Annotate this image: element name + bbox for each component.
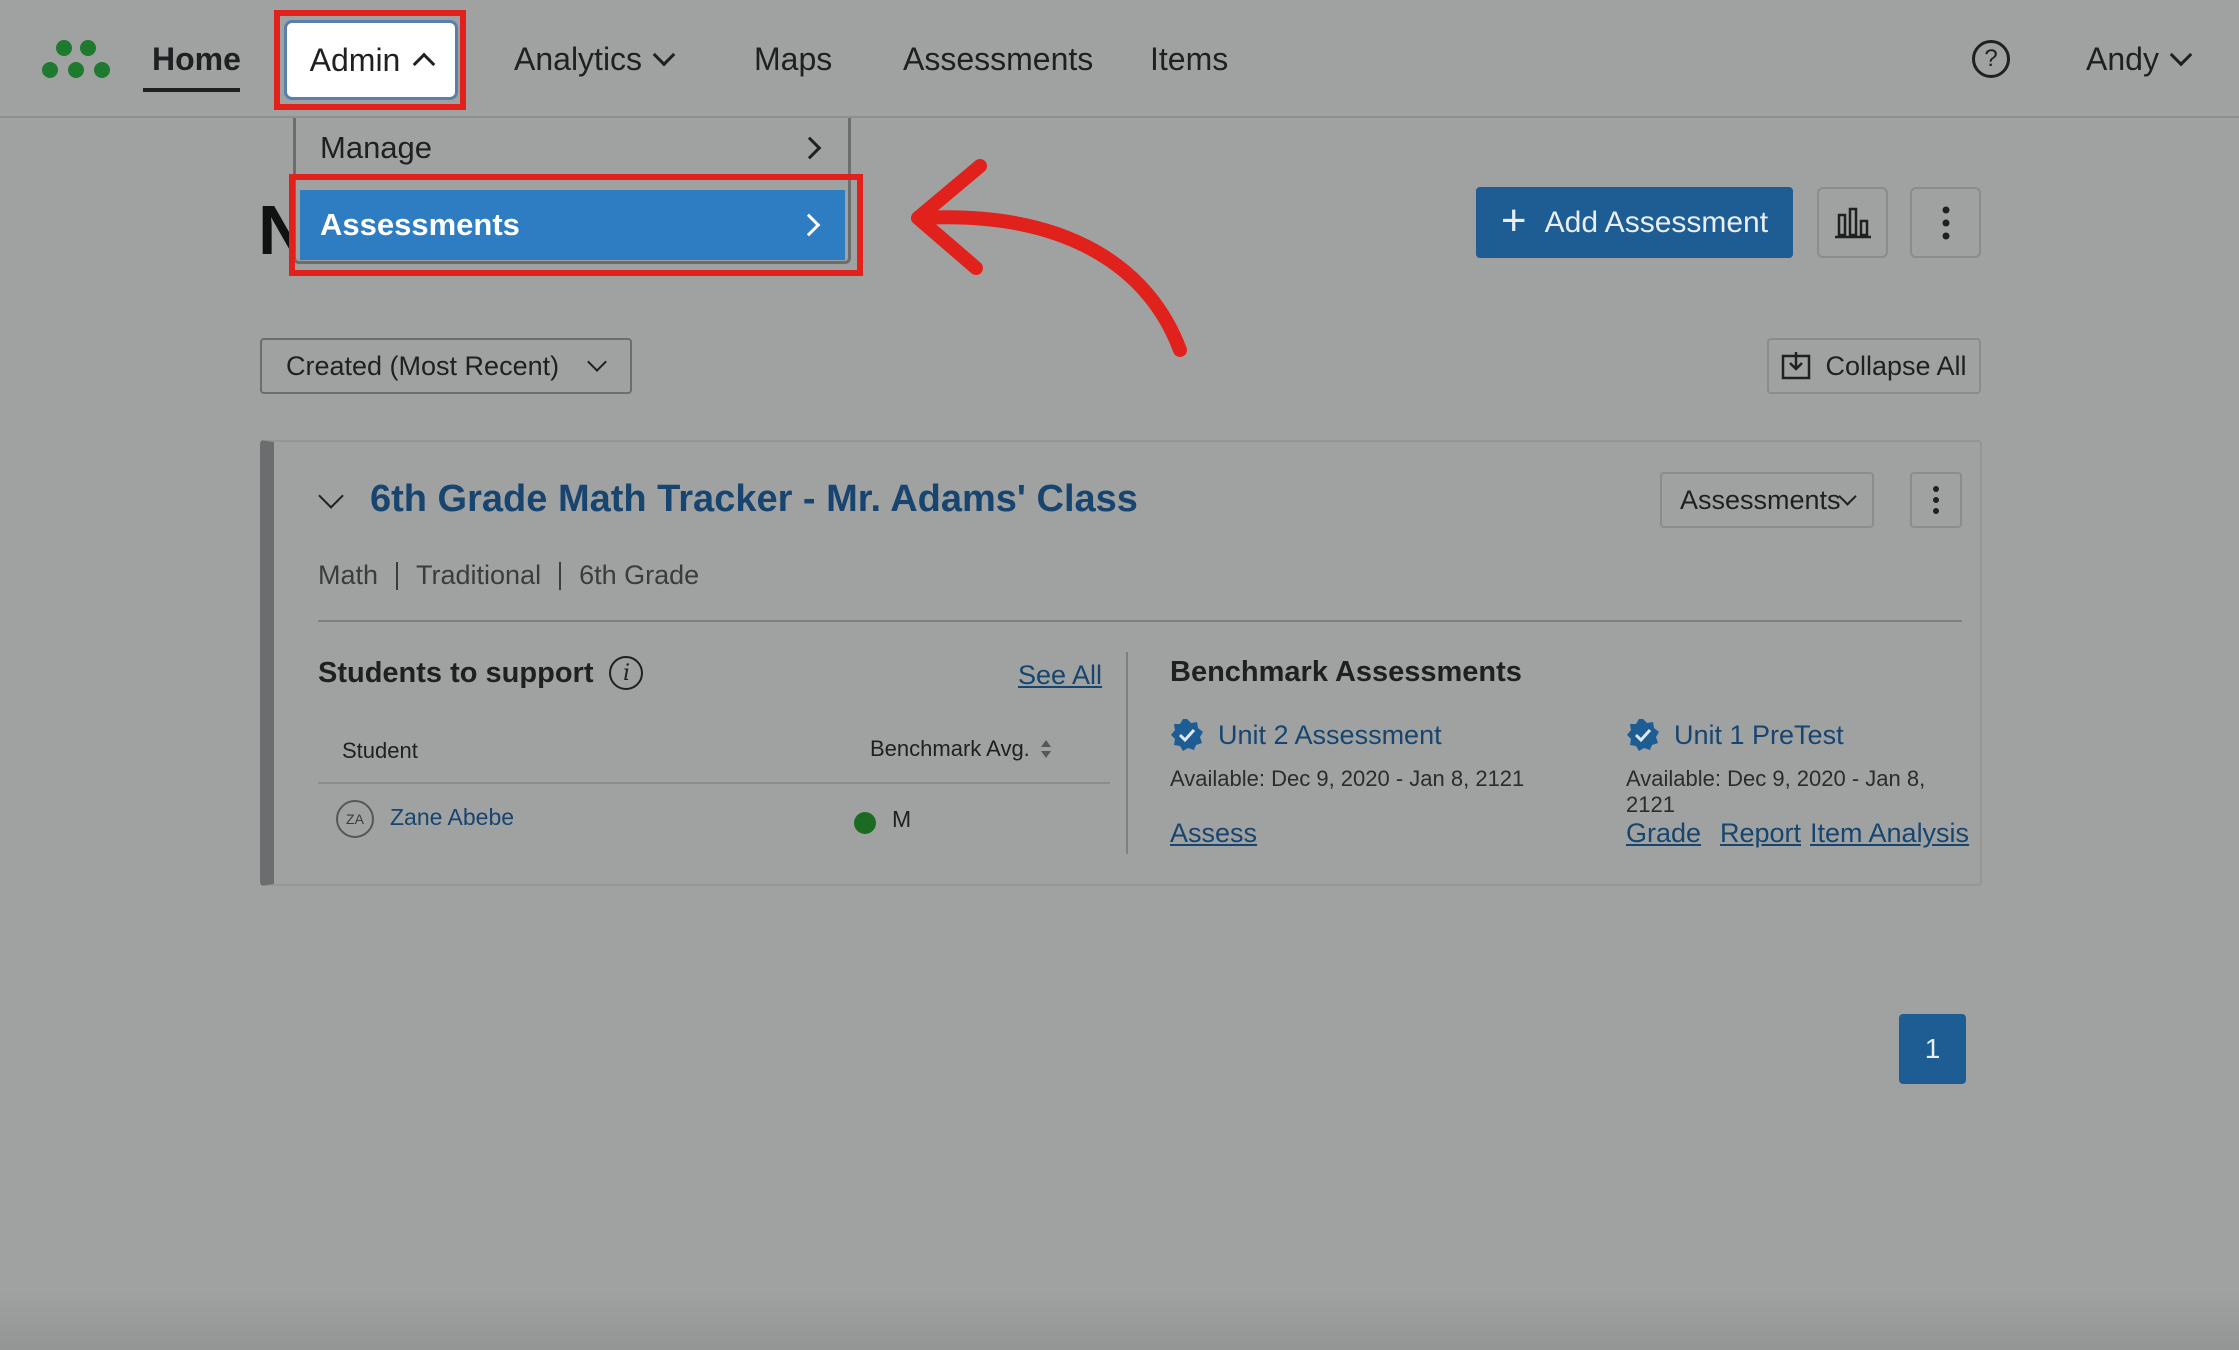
nav-items[interactable]: Items — [1150, 36, 1228, 82]
chevron-down-icon[interactable] — [318, 482, 344, 509]
chevron-down-icon — [1838, 486, 1857, 506]
bar-chart-icon — [1834, 207, 1871, 238]
nav-analytics[interactable]: Analytics — [514, 36, 676, 82]
nav-items-label: Items — [1150, 40, 1229, 77]
benchmark-item-unit2[interactable]: Unit 2 Assessment — [1170, 718, 1442, 752]
tracker-card: 6th Grade Math Tracker - Mr. Adams' Clas… — [260, 440, 1982, 886]
benchmark-mark: M — [892, 806, 912, 832]
item-analysis-link[interactable]: Item Analysis — [1810, 818, 1969, 849]
student-name-link[interactable]: Zane Abebe — [390, 804, 514, 831]
meta-type: Traditional — [416, 560, 542, 590]
chevron-down-icon — [587, 352, 607, 372]
nav-maps-label: Maps — [754, 40, 833, 77]
students-support-heading: Students to support i — [318, 656, 644, 690]
tracker-meta: Math Traditional 6th Grade — [318, 560, 699, 591]
help-icon[interactable]: ? — [1972, 40, 2010, 78]
sort-icon — [1040, 740, 1051, 758]
table-row-divider — [318, 782, 1110, 784]
grade-link[interactable]: Grade — [1626, 818, 1701, 849]
meta-separator — [396, 561, 399, 590]
meta-separator — [559, 561, 562, 590]
user-name: Andy — [2086, 40, 2159, 77]
tracker-title-row[interactable]: 6th Grade Math Tracker - Mr. Adams' Clas… — [318, 478, 1138, 521]
nav-home-label: Home — [152, 40, 241, 77]
tracker-more-button[interactable] — [1910, 472, 1962, 528]
students-support-title: Students to support — [318, 656, 594, 689]
collapse-all-label: Collapse All — [1825, 350, 1967, 381]
info-icon[interactable]: i — [609, 656, 644, 690]
see-all-link[interactable]: See All — [1018, 660, 1102, 691]
logo-icon[interactable] — [40, 36, 112, 82]
nav-assessments-label: Assessments — [903, 40, 1094, 77]
verified-badge-icon — [1627, 719, 1659, 751]
kebab-menu-icon — [1933, 486, 1939, 514]
nav-analytics-label: Analytics — [514, 40, 643, 77]
tracker-view-select[interactable]: Assessments — [1660, 472, 1874, 528]
card-divider — [318, 620, 1962, 622]
benchmark-name[interactable]: Unit 2 Assessment — [1218, 720, 1442, 751]
bottom-shadow — [0, 1290, 2239, 1350]
verified-badge-icon — [1171, 719, 1203, 751]
chevron-right-icon — [798, 136, 822, 160]
highlight-frame-admin — [274, 10, 466, 110]
pagination-page-1[interactable]: 1 — [1899, 1014, 1966, 1084]
benchmark-item-unit1[interactable]: Unit 1 PreTest — [1626, 718, 1844, 752]
annotation-arrow-icon — [911, 159, 1187, 357]
collapse-icon — [1782, 352, 1811, 380]
benchmark-availability: Available: Dec 9, 2020 - Jan 8, 2121 — [1170, 766, 1525, 791]
user-menu[interactable]: Andy — [2086, 36, 2193, 82]
chevron-down-icon — [2169, 43, 2193, 67]
chevron-down-icon — [652, 43, 676, 67]
collapse-all-button[interactable]: Collapse All — [1767, 338, 1981, 394]
column-header-benchmark-label: Benchmark Avg. — [870, 736, 1030, 761]
column-header-benchmark[interactable]: Benchmark Avg. — [870, 736, 1052, 762]
nav-maps[interactable]: Maps — [754, 36, 832, 82]
column-header-student: Student — [342, 738, 418, 763]
status-dot-icon — [854, 812, 876, 834]
menu-item-manage[interactable]: Manage — [296, 118, 848, 178]
benchmark-title: Benchmark Assessments — [1170, 656, 1522, 688]
active-tab-underline — [143, 88, 240, 92]
benchmark-heading: Benchmark Assessments — [1170, 656, 1522, 689]
meta-grade: 6th Grade — [579, 560, 700, 590]
avatar: ZA — [336, 800, 374, 838]
nav-assessments[interactable]: Assessments — [903, 36, 1093, 82]
benchmark-name[interactable]: Unit 1 PreTest — [1674, 720, 1844, 751]
highlight-frame-assessments — [289, 174, 863, 276]
plus-icon: + — [1500, 195, 1527, 245]
sort-select-value: Created (Most Recent) — [286, 350, 560, 381]
sort-select[interactable]: Created (Most Recent) — [260, 338, 632, 394]
help-glyph: ? — [1984, 45, 1998, 72]
menu-item-manage-label: Manage — [320, 130, 433, 165]
add-assessment-button[interactable]: + Add Assessment — [1476, 187, 1793, 258]
kebab-menu-icon — [1942, 206, 1949, 239]
nav-home[interactable]: Home — [152, 36, 241, 82]
tracker-view-value: Assessments — [1680, 484, 1841, 515]
add-assessment-label: Add Assessment — [1544, 205, 1769, 239]
meta-subject: Math — [318, 560, 379, 590]
more-options-button[interactable] — [1910, 187, 1981, 258]
assess-link[interactable]: Assess — [1170, 818, 1257, 849]
benchmark-availability: Available: Dec 9, 2020 - Jan 8, 2121 — [1626, 766, 1926, 817]
report-link[interactable]: Report — [1720, 818, 1801, 849]
tracker-title[interactable]: 6th Grade Math Tracker - Mr. Adams' Clas… — [370, 478, 1138, 521]
analytics-chart-button[interactable] — [1817, 187, 1888, 258]
section-divider — [1126, 652, 1128, 854]
